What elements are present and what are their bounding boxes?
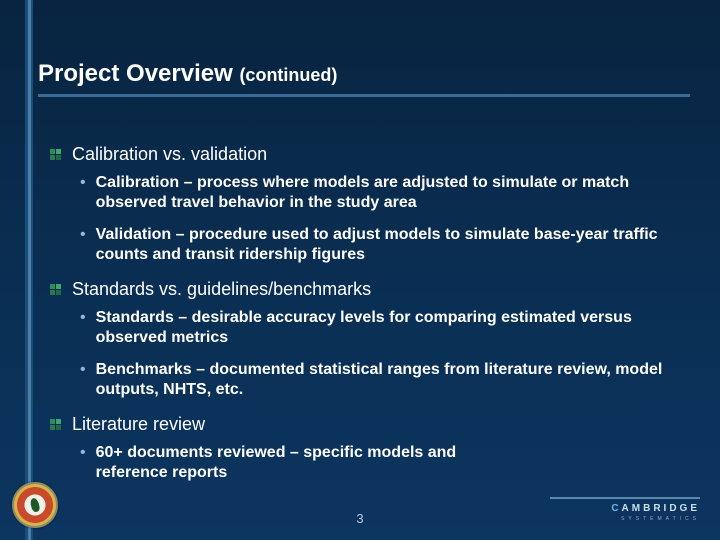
dot-bullet-icon: • — [80, 443, 86, 462]
sub-bullet-text: Benchmarks – documented statistical rang… — [96, 360, 680, 400]
dot-bullet-icon: • — [80, 173, 86, 192]
left-accent-bar-inner — [28, 0, 31, 540]
bullet-level2: • Standards – desirable accuracy levels … — [80, 308, 680, 348]
dot-bullet-icon: • — [80, 308, 86, 327]
bullet-text: Standards vs. guidelines/benchmarks — [72, 279, 371, 300]
bullet-level2: • 60+ documents reviewed – specific mode… — [80, 443, 680, 483]
sub-bullet-text: 60+ documents reviewed – specific models… — [96, 443, 500, 483]
bullet-level2: • Calibration – process where models are… — [80, 173, 680, 213]
title-main: Project Overview — [38, 60, 233, 87]
page-number: 3 — [356, 511, 363, 526]
bullet-level1: Standards vs. guidelines/benchmarks — [50, 279, 680, 300]
square-bullet-icon — [50, 284, 62, 296]
brand-name: CAMBRIDGE — [550, 503, 700, 514]
square-bullet-icon — [50, 149, 62, 161]
sub-bullet-text: Validation – procedure used to adjust mo… — [96, 225, 680, 265]
dot-bullet-icon: • — [80, 225, 86, 244]
square-bullet-icon — [50, 419, 62, 431]
bullet-text: Literature review — [72, 414, 205, 435]
bullet-level1: Calibration vs. validation — [50, 144, 680, 165]
sub-bullet-text: Standards – desirable accuracy levels fo… — [96, 308, 680, 348]
title-suffix: (continued) — [239, 65, 337, 85]
florida-dot-seal-icon — [12, 482, 58, 528]
bullet-text: Calibration vs. validation — [72, 144, 267, 165]
bullet-level2: • Validation – procedure used to adjust … — [80, 225, 680, 265]
sub-bullet-text: Calibration – process where models are a… — [96, 173, 680, 213]
bullet-level2: • Benchmarks – documented statistical ra… — [80, 360, 680, 400]
brand-logo: CAMBRIDGE SYSTEMATICS — [550, 497, 700, 522]
title-area: Project Overview (continued) — [38, 60, 690, 97]
content-body: Calibration vs. validation • Calibration… — [50, 130, 680, 495]
dot-bullet-icon: • — [80, 360, 86, 379]
brand-divider — [550, 497, 700, 499]
brand-subtitle: SYSTEMATICS — [550, 516, 700, 522]
brand-primary-text: AMBRIDGE — [622, 503, 700, 514]
bullet-level1: Literature review — [50, 414, 680, 435]
slide-title: Project Overview (continued) — [38, 60, 690, 97]
